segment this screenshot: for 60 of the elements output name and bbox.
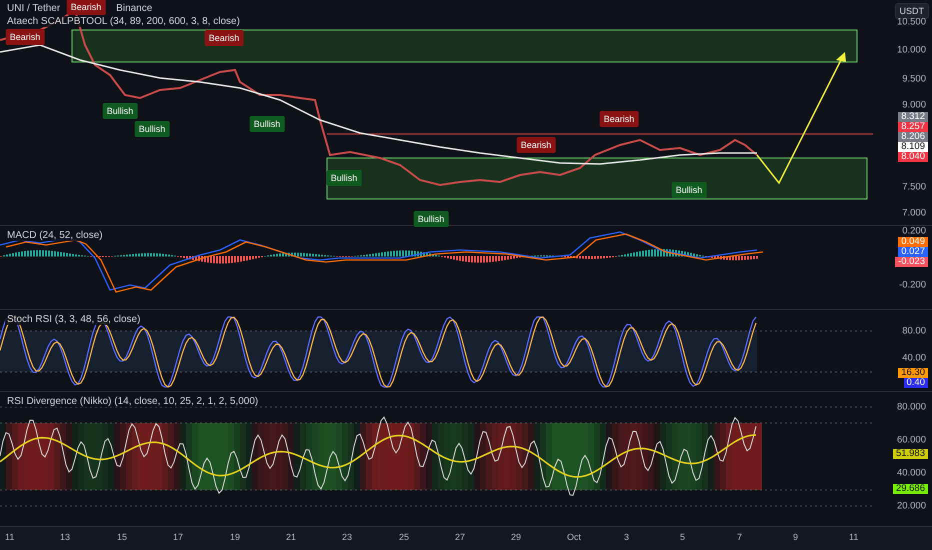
axis-label: 80.00 [902,326,926,336]
time-label: 11 [5,532,14,542]
value-tag: 51.983 [892,449,928,459]
value-tag: -0.023 [895,257,928,267]
price-tag: 8.257 [898,122,928,132]
signal-label: Bearish [66,0,106,15]
time-label: 3 [624,532,630,542]
time-label: 29 [511,532,522,542]
axis-label: 10.000 [896,44,926,56]
axis-label: 60.000 [896,434,926,446]
price-tag: 8.312 [898,112,928,122]
indicator-title: Ataech SCALPBTOOL (34, 89, 200, 600, 3, 8, close) [5,16,242,27]
rsi-title: RSI Divergence (Nikko) (14, close, 10, 25, 2, 1, 2, 5,000) [5,396,260,407]
signal-label: Bullish [326,170,362,186]
value-tag: 0.049 [898,237,928,247]
axis-label: 20.000 [896,500,926,512]
time-label: 15 [117,532,128,542]
value-tag: 0.40 [904,378,928,388]
axis-label: 7.000 [902,208,926,218]
currency-button[interactable]: USDT [894,3,929,19]
exchange-name: Binance [114,3,154,14]
time-label: 19 [230,532,240,542]
value-tag: 0.027 [898,247,928,257]
value-tag: 16.30 [898,368,928,378]
axis-label: 9.000 [902,100,926,110]
value-tag: 29.686 [892,484,928,494]
axis-label: 80.000 [896,402,926,412]
macd-title: MACD (24, 52, close) [5,230,105,241]
time-label: 17 [173,532,184,542]
time-label: 5 [680,532,686,542]
signal-label: Bullish [134,121,170,137]
signal-label: Bearish [600,111,638,127]
symbol-title: UNI / Tether [5,3,62,14]
signal-label: Bearish [516,137,556,153]
axis-label: 40.000 [896,468,926,478]
axis-label: 9.500 [902,74,926,84]
signal-label: Bullish [672,182,706,198]
time-label: Oct [567,532,582,542]
time-label: 13 [60,532,70,542]
axis-label: 7.500 [902,182,926,192]
signal-label: Bullish [102,103,138,119]
axis-label: 10.500 [896,16,926,28]
price-tag: 8.206 [898,132,928,142]
time-label: 7 [737,532,742,542]
time-label: 9 [793,532,798,542]
axis-label: 0.200 [902,226,926,236]
signal-label: Bearish [6,29,44,45]
time-label: 21 [286,532,296,542]
signal-label: Bullish [414,211,448,227]
signal-label: Bearish [204,30,244,46]
axis-label: 40.00 [902,352,926,364]
time-label: 11 [849,532,858,542]
price-tag: 8.109 [898,142,928,152]
signal-label: Bullish [250,116,284,132]
time-label: 25 [399,532,410,542]
time-label: 27 [455,532,466,542]
axis-label: -0.200 [899,280,926,290]
price-tag: 8.040 [898,152,928,162]
stoch-title: Stoch RSI (3, 3, 48, 56, close) [5,314,142,325]
time-label: 23 [342,532,352,542]
